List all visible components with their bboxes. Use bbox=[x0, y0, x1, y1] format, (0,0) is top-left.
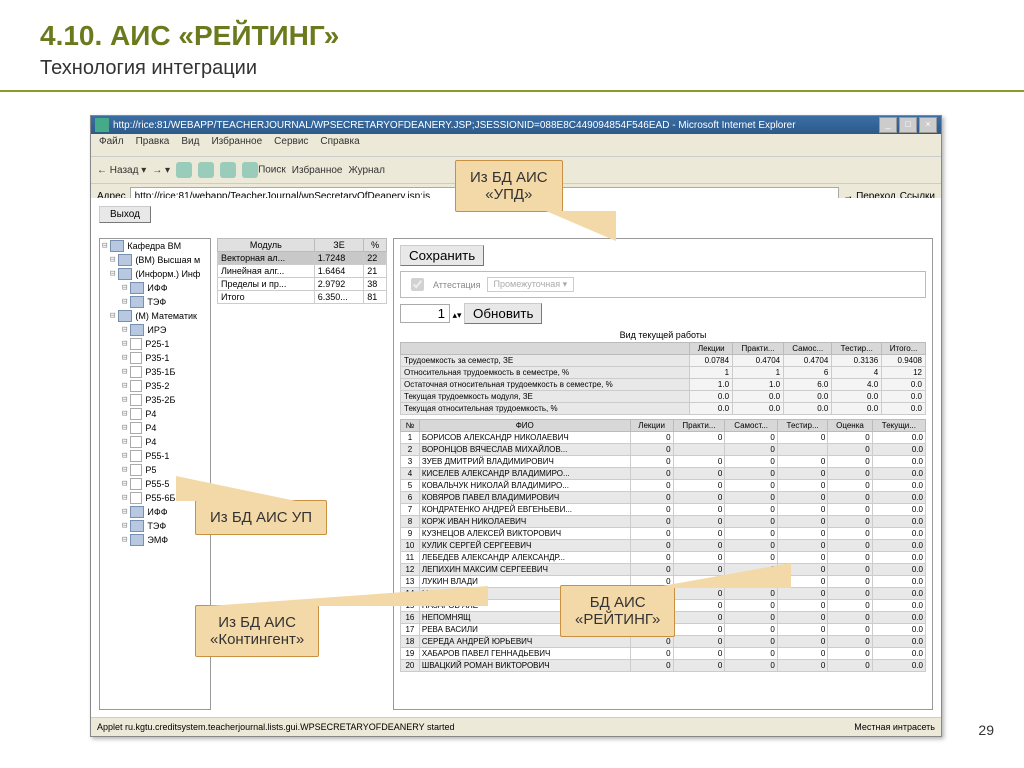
journal-button[interactable]: Журнал bbox=[348, 165, 385, 176]
slide-subtitle: Технология интеграции bbox=[0, 57, 1024, 90]
file-icon bbox=[130, 436, 142, 448]
folder-icon bbox=[110, 240, 124, 252]
file-icon bbox=[130, 450, 142, 462]
menu-item[interactable]: Справка bbox=[320, 136, 359, 154]
file-icon bbox=[130, 408, 142, 420]
file-icon bbox=[130, 422, 142, 434]
favorites-button[interactable]: Избранное bbox=[292, 165, 343, 176]
folder-icon bbox=[118, 310, 132, 322]
menu-item[interactable]: Избранное bbox=[211, 136, 262, 154]
attestation-checkbox[interactable] bbox=[411, 278, 424, 291]
pager-row: ▴▾ Обновить bbox=[400, 303, 926, 324]
detail-panel: Сохранить Аттестация Промежуточная ▾ ▴▾ … bbox=[393, 238, 933, 710]
search-button[interactable]: Поиск bbox=[242, 162, 286, 178]
tree-item[interactable]: ⊟Р35-1 bbox=[100, 351, 210, 365]
attestation-label: Аттестация bbox=[433, 280, 481, 290]
tree-item[interactable]: ⊟ТЭФ bbox=[100, 519, 210, 533]
minimize-button[interactable]: _ bbox=[879, 117, 897, 133]
tree-item[interactable]: ⊟ЭМФ bbox=[100, 533, 210, 547]
tree-item[interactable]: ⊟Р35-1Б bbox=[100, 365, 210, 379]
back-button[interactable]: ← Назад ▾ bbox=[97, 165, 146, 176]
menu-item[interactable]: Правка bbox=[136, 136, 170, 154]
file-icon bbox=[130, 338, 142, 350]
folder-icon bbox=[130, 282, 144, 294]
attestation-row: Аттестация Промежуточная ▾ bbox=[400, 271, 926, 298]
callout-up: Из БД АИС УП bbox=[195, 500, 327, 535]
folder-icon bbox=[130, 506, 144, 518]
folder-icon bbox=[130, 534, 144, 546]
close-button[interactable]: × bbox=[919, 117, 937, 133]
tree-item[interactable]: ⊟Р55-1 bbox=[100, 449, 210, 463]
tree-item[interactable]: ⊟Р5 bbox=[100, 463, 210, 477]
save-button[interactable]: Сохранить bbox=[400, 245, 484, 266]
folder-icon bbox=[118, 268, 132, 280]
folder-icon bbox=[130, 324, 144, 336]
tree-item[interactable]: ⊟(ВМ) Высшая м bbox=[100, 253, 210, 267]
menu-item[interactable]: Сервис bbox=[274, 136, 308, 154]
tree-item[interactable]: ⊟Р35-2Б bbox=[100, 393, 210, 407]
status-bar: Applet ru.kgtu.creditsystem.teacherjourn… bbox=[91, 717, 941, 736]
stop-icon[interactable] bbox=[176, 162, 192, 178]
file-icon bbox=[130, 394, 142, 406]
folder-icon bbox=[118, 254, 132, 266]
work-header: Вид текущей работы bbox=[400, 330, 926, 340]
tree-item[interactable]: ⊟ИФФ bbox=[100, 505, 210, 519]
divider bbox=[0, 90, 1024, 92]
status-text: Applet ru.kgtu.creditsystem.teacherjourn… bbox=[97, 722, 454, 732]
tree-item[interactable]: ⊟Кафедра ВМ bbox=[100, 239, 210, 253]
update-button[interactable]: Обновить bbox=[464, 303, 542, 324]
tree-item[interactable]: ⊟Р4 bbox=[100, 407, 210, 421]
tree-item[interactable]: ⊟ИФФ bbox=[100, 281, 210, 295]
maximize-button[interactable]: □ bbox=[899, 117, 917, 133]
callout-rating: БД АИС«РЕЙТИНГ» bbox=[560, 585, 675, 637]
tree-item[interactable]: ⊟Р4 bbox=[100, 421, 210, 435]
menu-bar: Файл Правка Вид Избранное Сервис Справка bbox=[91, 134, 941, 157]
tree-item[interactable]: ⊟ТЭФ bbox=[100, 295, 210, 309]
menu-item[interactable]: Вид bbox=[181, 136, 199, 154]
module-table[interactable]: МодульЗЕ%Векторная ал...1.724822Линейная… bbox=[217, 238, 387, 304]
slide-title: 4.10. АИС «РЕЙТИНГ» bbox=[0, 0, 1024, 57]
exit-button[interactable]: Выход bbox=[99, 206, 151, 223]
attestation-select[interactable]: Промежуточная ▾ bbox=[487, 277, 575, 292]
folder-icon bbox=[130, 296, 144, 308]
work-table: ЛекцииПракти...Самос...Тестир...Итого...… bbox=[400, 342, 926, 415]
tree-item[interactable]: ⊟(Информ.) Инф bbox=[100, 267, 210, 281]
tree-item[interactable]: ⊟(М) Математик bbox=[100, 309, 210, 323]
window-title: http://rice:81/WEBAPP/TEACHERJOURNAL/WPS… bbox=[113, 120, 879, 131]
page-number: 29 bbox=[978, 722, 994, 738]
callout-kontingent: Из БД АИС«Контингент» bbox=[195, 605, 319, 657]
home-icon[interactable] bbox=[220, 162, 236, 178]
file-icon bbox=[130, 366, 142, 378]
forward-button[interactable]: → ▾ bbox=[152, 165, 170, 176]
tree-item[interactable]: ⊟Р4 bbox=[100, 435, 210, 449]
menu-item[interactable]: Файл bbox=[99, 136, 124, 154]
page-input[interactable] bbox=[400, 304, 450, 323]
file-icon bbox=[130, 492, 142, 504]
tree-item[interactable]: ⊟Р25-1 bbox=[100, 337, 210, 351]
ie-icon bbox=[95, 118, 109, 132]
tree-item[interactable]: ⊟ИРЭ bbox=[100, 323, 210, 337]
window-titlebar[interactable]: http://rice:81/WEBAPP/TEACHERJOURNAL/WPS… bbox=[91, 116, 941, 134]
file-icon bbox=[130, 464, 142, 476]
tree-item[interactable]: ⊟Р35-2 bbox=[100, 379, 210, 393]
file-icon bbox=[130, 380, 142, 392]
folder-icon bbox=[130, 520, 144, 532]
file-icon bbox=[130, 478, 142, 490]
zone-text: Местная интрасеть bbox=[854, 722, 935, 732]
file-icon bbox=[130, 352, 142, 364]
callout-upd: Из БД АИС«УПД» bbox=[455, 160, 563, 212]
refresh-icon[interactable] bbox=[198, 162, 214, 178]
